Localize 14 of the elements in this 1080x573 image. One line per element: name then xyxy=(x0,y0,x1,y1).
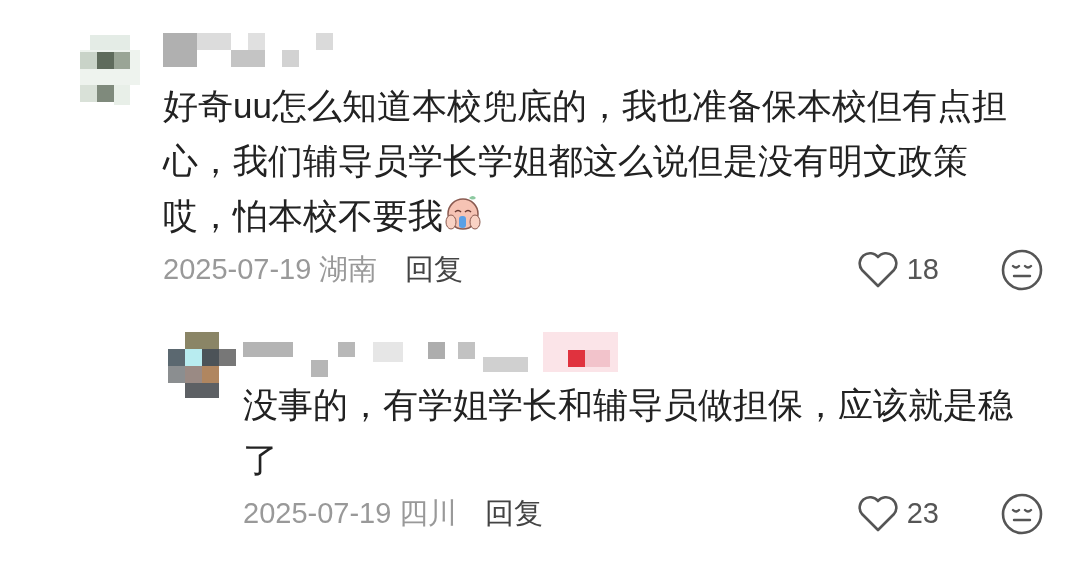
comment-date: 2025-07-19 xyxy=(243,496,392,532)
comment-date: 2025-07-19 xyxy=(163,252,312,288)
reply-link[interactable]: 回复 xyxy=(405,248,464,292)
unamused-face-icon[interactable] xyxy=(1001,493,1043,535)
comment-text: 好奇uu怎么知道本校兜底的，我也准备保本校但有点担 心，我们辅导员学长学姐都这么说但是没有明文政策 哎，怕本校不要我 xyxy=(163,85,1008,237)
reply-link[interactable]: 回复 xyxy=(485,492,544,536)
heart-icon xyxy=(856,251,899,289)
unamused-face-icon[interactable] xyxy=(1001,249,1043,291)
comment-location: 四川 xyxy=(399,496,458,532)
comment-text: 没事的，有学姐学长和辅导员做担保，应该就是稳 了 xyxy=(243,384,1014,481)
heart-icon xyxy=(856,495,899,533)
comment-location: 湖南 xyxy=(319,252,378,288)
like-button[interactable]: 23 xyxy=(856,492,939,536)
like-button[interactable]: 18 xyxy=(856,248,939,292)
